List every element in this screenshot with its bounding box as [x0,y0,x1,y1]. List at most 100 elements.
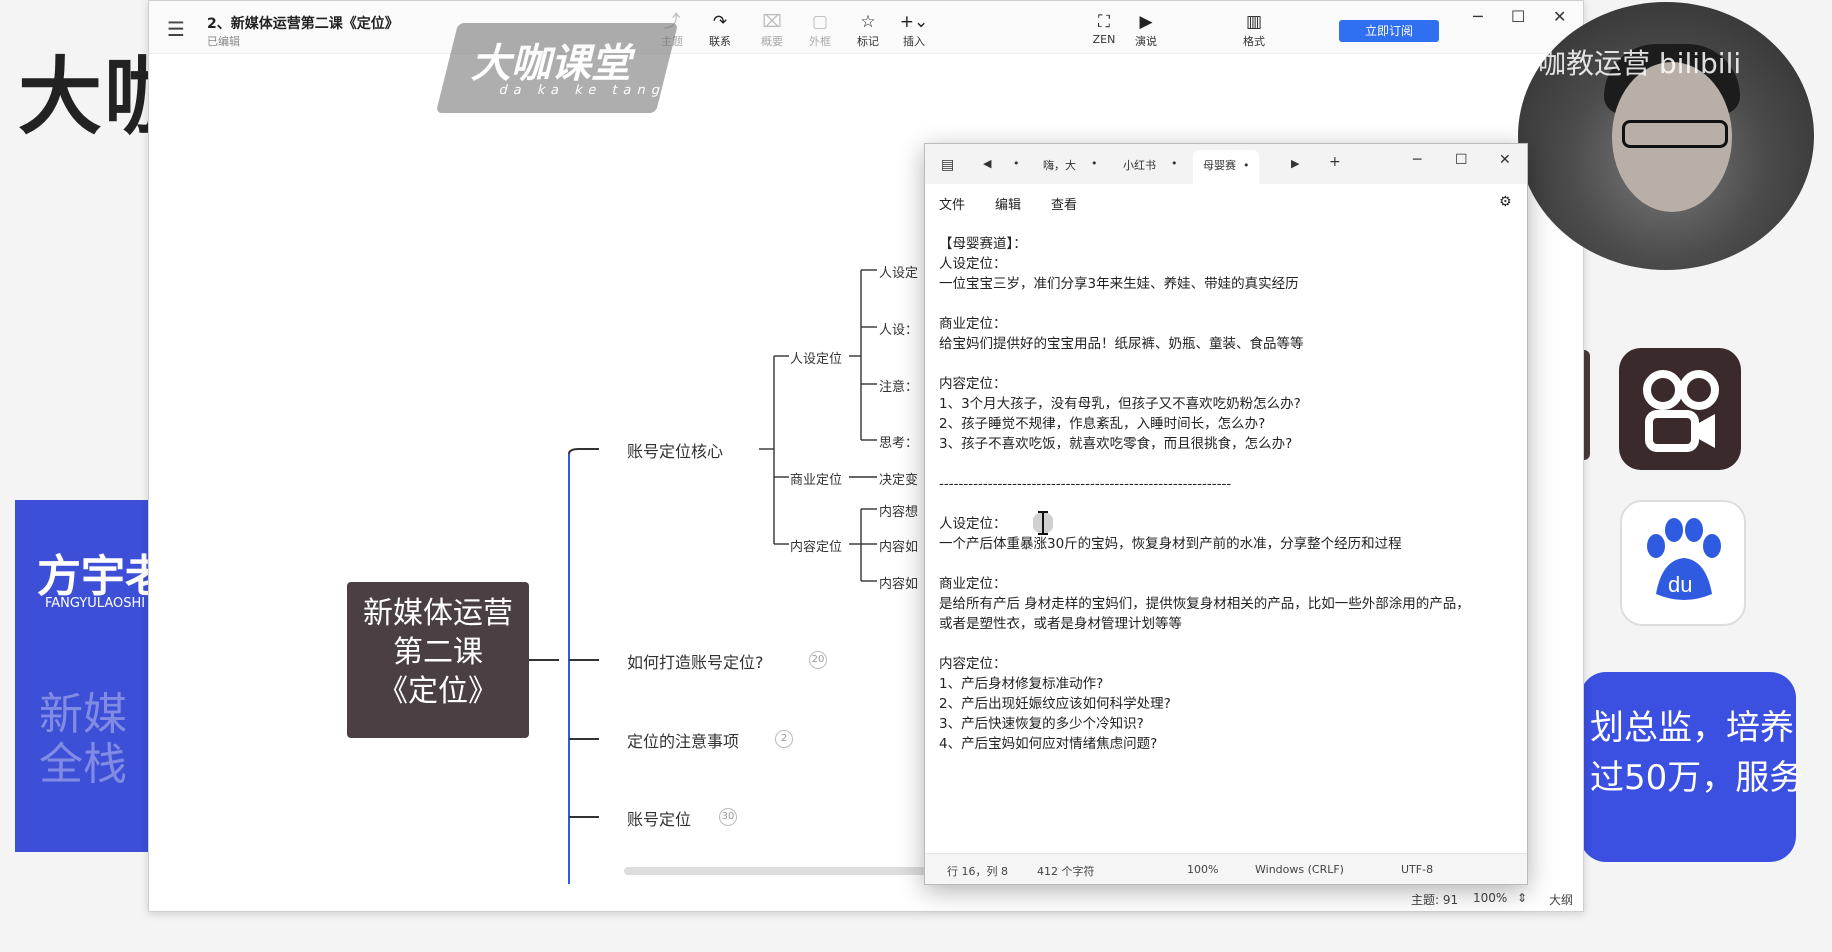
text-line: 是给所有产后 身材走样的宝妈们，提供恢复身材相关的产品，比如一些外部涂用的产品， [939,596,1470,612]
root-topic[interactable]: 新媒体运营 第二课 《定位》 [347,582,529,738]
tab-scroll-left-icon[interactable]: ◀ [983,157,991,170]
toolbar-insert-button[interactable]: +⌄ 插入 [891,11,937,49]
tab-close-icon[interactable]: • [1091,157,1098,170]
topic-positioning-notes[interactable]: 定位的注意事项 [627,728,739,752]
text-line: 内容定位： [939,656,1007,672]
relationship-icon: ↷ [712,12,728,32]
tab-dot-icon: • [1013,157,1020,170]
ibeam-cursor-icon [1033,511,1053,535]
toolbar-marker-button[interactable]: ☆ 标记 [845,11,891,49]
text-line: 2、孩子睡觉不规律，作息紊乱，入睡时间长，怎么办? [939,416,1266,432]
webcam-overlay: 咖教运营 bilibili [1518,2,1814,270]
char-count: 412 个字符 [1037,865,1095,878]
tab-item-active[interactable]: 母婴赛 • [1193,150,1260,184]
format-icon: ▥ [1245,12,1263,32]
boundary-icon: ▢ [811,12,829,32]
text-line [939,634,1519,654]
text-line: ----------------------------------------… [939,476,1232,492]
leaf-topic[interactable]: 思考： [879,432,918,451]
summary-icon: ⌧ [762,12,782,32]
zoom-level[interactable]: 100% [1473,891,1507,905]
tab-close-icon[interactable]: • [1171,157,1178,170]
topic-account-positioning-core[interactable]: 账号定位核心 [627,438,723,462]
text-line: 3、孩子不喜欢吃饭，就喜欢吃零食，而且很挑食，怎么办? [939,436,1293,452]
menu-edit[interactable]: 编辑 [995,194,1021,213]
toolbar-boundary-button[interactable]: ▢ 外框 [797,11,843,49]
notepad-tabbar: ▤ ◀ • 嗨，大 • 小红书 • 母婴赛 • ▶ + ─ ☐ ✕ [925,144,1527,184]
notepad-statusbar: 行 16，列 8 412 个字符 100% Windows (CRLF) UTF… [925,853,1527,884]
text-line: 或者是塑性衣，或者是身材管理计划等等 [939,616,1182,632]
toolbar-relationship-button[interactable]: ↷ 联系 [697,11,743,49]
tab-scroll-right-icon[interactable]: ▶ [1291,157,1299,170]
menu-icon[interactable]: ☰ [167,17,185,41]
leaf-topic[interactable]: 内容想 [879,501,918,520]
text-line [939,294,1519,314]
subtopic-business-positioning[interactable]: 商业定位 [790,469,842,488]
topic-how-to-build-positioning[interactable]: 如何打造账号定位? [627,649,764,673]
svg-text:du: du [1668,572,1692,597]
notepad-menubar: 文件 编辑 查看 ⚙ [925,184,1527,218]
maximize-icon[interactable]: ☐ [1511,7,1525,26]
leaf-topic[interactable]: 注意： [879,376,918,395]
toolbar-zen-button[interactable]: ⛶ ZEN [1081,11,1127,46]
leaf-topic[interactable]: 决定变 [879,469,918,488]
play-icon: ▶ [1139,12,1153,32]
xmind-titlebar: ☰ 2、新媒体运营第二课《定位》 已编辑 ⤴主题 ↷联系 ⌧概要 ▢外框 ☆标记… [149,1,1583,54]
topic-account-positioning[interactable]: 账号定位 [627,806,691,830]
text-line [939,554,1519,574]
collapsed-count-badge[interactable]: 20 [809,651,827,669]
subtopic-persona-positioning[interactable]: 人设定位 [790,348,842,367]
notepad-app-icon: ▤ [941,157,955,173]
text-line: 内容定位： [939,376,1007,392]
horizontal-scrollbar[interactable] [624,867,944,875]
menu-view[interactable]: 查看 [1051,194,1077,213]
presenter-en: FANGYULAOSHI [45,596,146,611]
text-line [939,354,1519,374]
baidu-icon: du [1620,500,1746,626]
minimize-icon[interactable]: ─ [1413,152,1421,168]
toolbar-pitch-button[interactable]: ▶ 演说 [1123,11,1169,49]
text-line: 4、产后宝妈如何应对情绪焦虑问题? [939,736,1158,752]
leaf-topic[interactable]: 人设： [879,319,918,338]
outline-button[interactable]: 大纲 [1549,891,1573,908]
text-line: 一位宝宝三岁，准们分享3年来生娃、养娃、带娃的真实经历 [939,276,1299,292]
xmind-statusbar: 主题: 91 100% ⇕ 大纲 [149,885,1583,911]
close-icon[interactable]: ✕ [1499,152,1511,168]
new-tab-icon[interactable]: + [1329,154,1341,170]
minimize-icon[interactable]: ─ [1473,7,1483,26]
maximize-icon[interactable]: ☐ [1455,152,1468,168]
settings-gear-icon[interactable]: ⚙ [1499,194,1512,210]
text-line [939,454,1519,474]
text-line: 商业定位： [939,576,1007,592]
text-line: 1、3个月大孩子，没有母乳，但孩子又不喜欢吃奶粉怎么办? [939,396,1301,412]
notepad-text-area[interactable]: 【母婴赛道】： 人设定位： 一位宝宝三岁，准们分享3年来生娃、养娃、带娃的真实经历商… [939,234,1519,754]
text-line: 人设定位： [939,516,1007,532]
leaf-topic[interactable]: 内容如 [879,573,918,592]
collapsed-count-badge[interactable]: 2 [775,730,793,748]
document-status: 已编辑 [207,35,240,48]
background-info-panel: 划总监，培养 过50万，服务 [1580,672,1803,862]
toolbar-format-button[interactable]: ▥ 格式 [1231,11,1277,49]
menu-file[interactable]: 文件 [939,194,965,213]
zoom-stepper-icon[interactable]: ⇕ [1517,891,1527,905]
toolbar-summary-button[interactable]: ⌧ 概要 [749,11,795,49]
document-title: 2、新媒体运营第二课《定位》 [207,16,399,32]
topic-count: 主题: 91 [1411,893,1459,907]
text-line: 人设定位： [939,256,1007,272]
notepad-zoom: 100% [1187,863,1219,876]
leaf-topic[interactable]: 内容如 [879,536,918,555]
text-line [939,494,1519,514]
plus-icon: +⌄ [899,12,929,32]
notepad-window: ▤ ◀ • 嗨，大 • 小红书 • 母婴赛 • ▶ + ─ ☐ ✕ 文件 编辑 … [924,143,1528,885]
line-ending: Windows (CRLF) [1255,863,1344,876]
subscribe-button[interactable]: 立即订阅 [1339,20,1439,42]
text-line: 【母婴赛道】： [939,236,1027,252]
close-icon[interactable]: ✕ [1553,7,1566,26]
leaf-topic[interactable]: 人设定 [879,262,918,281]
text-line: 1、产后身材修复标准动作? [939,676,1104,692]
kuaishou-icon [1619,348,1741,470]
tab-item[interactable]: 小红书 [1123,157,1156,173]
collapsed-count-badge[interactable]: 30 [719,808,737,826]
subtopic-content-positioning[interactable]: 内容定位 [790,536,842,555]
tab-item[interactable]: 嗨，大 [1043,157,1076,173]
